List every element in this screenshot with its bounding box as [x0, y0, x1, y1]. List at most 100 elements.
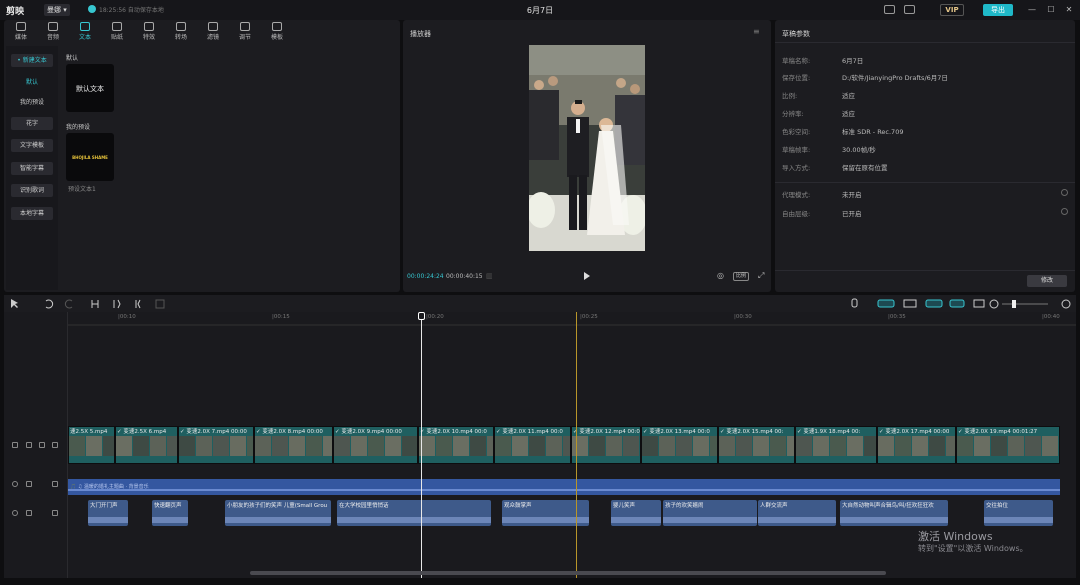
video-clip[interactable]: ✓ 变速2.0X 7.mp4 00:00 [178, 426, 254, 464]
playhead[interactable] [421, 312, 422, 578]
video-clip[interactable]: ✓ 变速2.0X 17.mp4 00:00 [877, 426, 956, 464]
video-track-lock-icon[interactable] [26, 442, 32, 448]
sfx-track-icon [12, 510, 18, 516]
clip-thumbnail [453, 436, 469, 456]
clip-thumbnail [623, 436, 639, 456]
fullscreen-icon[interactable]: ⤢ [758, 271, 764, 281]
snap-icon [903, 299, 917, 308]
clip-thumbnail [974, 436, 990, 456]
sfx-clip[interactable]: 在大学校园里悄悄话 [337, 500, 491, 526]
video-clip[interactable]: ✓ 变速2.0X 19.mp4 00:01:27 [956, 426, 1060, 464]
layer-info-icon[interactable] [1061, 208, 1068, 215]
default-text-tile-label: 默认文本 [76, 85, 104, 93]
video-clip[interactable]: ✓ 变速2.0X 10.mp4 00:0 [418, 426, 494, 464]
video-clip[interactable]: ✓ 变速2.0X 9.mp4 00:00 [333, 426, 418, 464]
play-button[interactable] [584, 272, 590, 280]
minimize-button[interactable]: — [1027, 4, 1037, 16]
video-track-eye-icon[interactable] [39, 442, 45, 448]
clip-thumbnail [103, 436, 114, 456]
clip-thumbnail [306, 436, 322, 456]
export-button[interactable]: 导出 [983, 4, 1013, 16]
video-preview [529, 45, 645, 251]
clip-thumbnail [787, 436, 794, 456]
tool-effects[interactable]: 特效 [134, 22, 164, 41]
maximize-button[interactable]: ☐ [1046, 4, 1056, 16]
vip-badge[interactable]: VIP [940, 4, 964, 16]
music-track-lock-icon[interactable] [26, 481, 32, 487]
wedding-photo [529, 45, 645, 251]
video-track-mute-icon[interactable] [52, 442, 58, 448]
video-clip[interactable]: ✓ 变速2.0X 15.mp4 00: [718, 426, 795, 464]
tool-adjust[interactable]: 调节 [230, 22, 260, 41]
video-track-cover-icon[interactable] [12, 442, 18, 448]
video-clip-label: ✓ 变速2.0X 13.mp4 00:0 [643, 429, 710, 435]
nav-text-template[interactable]: 文字模板 [11, 139, 53, 152]
tool-filter[interactable]: 滤镜 [198, 22, 228, 41]
video-clip-label: ✓ 变速2.0X 17.mp4 00:00 [879, 429, 950, 435]
clip-thumbnail [255, 436, 271, 456]
sfx-clip[interactable]: 快速翻页声 [152, 500, 188, 526]
tool-media[interactable]: 媒体 [6, 22, 36, 41]
layer-label: 自由层级: [782, 210, 811, 218]
new-text-button[interactable]: • 新建文本 [11, 54, 53, 67]
nav-local-caption[interactable]: 本地字幕 [11, 207, 53, 220]
video-clip[interactable]: ✓ 变速2.0X 13.mp4 00:0 [641, 426, 718, 464]
keyboard-icon[interactable] [884, 5, 895, 14]
trim-left-icon [113, 299, 121, 309]
proxy-info-icon[interactable] [1061, 189, 1068, 196]
nav-fancy-text[interactable]: 花字 [11, 117, 53, 130]
ruler-tick-label: |00:35 [888, 314, 906, 320]
tool-label: 模板 [270, 34, 283, 41]
video-clip[interactable]: ✓ 变速2.0X 12.mp4 00:0 [571, 426, 641, 464]
player-menu-icon[interactable]: ≡ [753, 27, 760, 36]
param-label: 草稿帧率: [782, 146, 811, 154]
sfx-clip[interactable]: 孩子的欢笑嬉闹 [663, 500, 757, 526]
timeline-scrollbar[interactable] [250, 571, 886, 575]
clip-thumbnail [470, 436, 486, 456]
sfx-track-lock-icon[interactable] [26, 510, 32, 516]
video-clip[interactable]: ✓ 变速2.0X 11.mp4 00:0 [494, 426, 571, 464]
text-panel [4, 20, 400, 292]
sfx-clip[interactable]: 大自然动物叫声合辑鸟/叫/狂欢狂狂欢 [840, 500, 948, 526]
sfx-clip[interactable]: 交往拍位 [984, 500, 1053, 526]
nav-lyrics[interactable]: 识别歌词 [11, 184, 53, 197]
modify-button[interactable]: 修改 [1027, 275, 1067, 287]
sfx-clip[interactable]: 小朋友的孩子们的笑声 儿童(Small Grou [225, 500, 331, 526]
layout-icon[interactable] [904, 5, 915, 14]
nav-my-presets[interactable]: 我的预设 [11, 96, 53, 109]
sfx-track-mute-icon[interactable] [52, 510, 58, 516]
screenshot-icon[interactable]: ◎ [717, 271, 724, 280]
ratio-button[interactable]: 比例 [733, 272, 749, 281]
default-text-tile[interactable]: 默认文本 [66, 64, 114, 112]
video-clip[interactable]: ✓ 变速2.5X 6.mp4 [115, 426, 178, 464]
total-time: 00:00:40:15 [446, 273, 483, 280]
sfx-waveform [758, 517, 836, 523]
music-track-mute-icon[interactable] [52, 481, 58, 487]
close-button[interactable]: ✕ [1064, 4, 1074, 16]
tool-transition[interactable]: 转场 [166, 22, 196, 41]
nav-smart-caption[interactable]: 智能字幕 [11, 162, 53, 175]
video-clip[interactable]: 速2.5X 5.mp4 [68, 426, 115, 464]
video-clip[interactable]: ✓ 变速1.9X 18.mp4 00: [795, 426, 877, 464]
nav-default[interactable]: 默认 [11, 76, 53, 89]
sfx-clip[interactable]: 大门开门声 [88, 500, 128, 526]
tool-template[interactable]: 模板 [262, 22, 292, 41]
sfx-clip[interactable]: 婴儿笑声 [611, 500, 661, 526]
grid-icon[interactable]: ▥ [486, 272, 493, 280]
clip-thumbnail [878, 436, 894, 456]
tool-audio[interactable]: 音频 [38, 22, 68, 41]
playhead-handle[interactable] [418, 312, 425, 320]
trim-right-icon [135, 299, 141, 309]
sfx-clip[interactable]: 人群交流声 [758, 500, 836, 526]
music-track[interactable]: 🎵 ♫ 温暖的婚礼主题曲 · 背景音乐 [68, 479, 1060, 495]
timeline-view-tools [851, 298, 1071, 309]
preset-tile-text: BHOJILA SHAME [72, 155, 108, 160]
sfx-clip-label: 孩子的欢笑嬉闹 [665, 503, 704, 509]
preset-text-tile[interactable]: BHOJILA SHAME [66, 133, 114, 181]
tool-sticker[interactable]: 贴纸 [102, 22, 132, 41]
sfx-clip-label: 大自然动物叫声合辑鸟/叫/狂欢狂狂欢 [842, 503, 934, 509]
video-clip[interactable]: ✓ 变速2.0X 8.mp4 00:00 [254, 426, 333, 464]
tool-label: 音频 [46, 34, 59, 41]
split-icon [91, 300, 99, 308]
tool-text[interactable]: 文本 [70, 22, 100, 41]
